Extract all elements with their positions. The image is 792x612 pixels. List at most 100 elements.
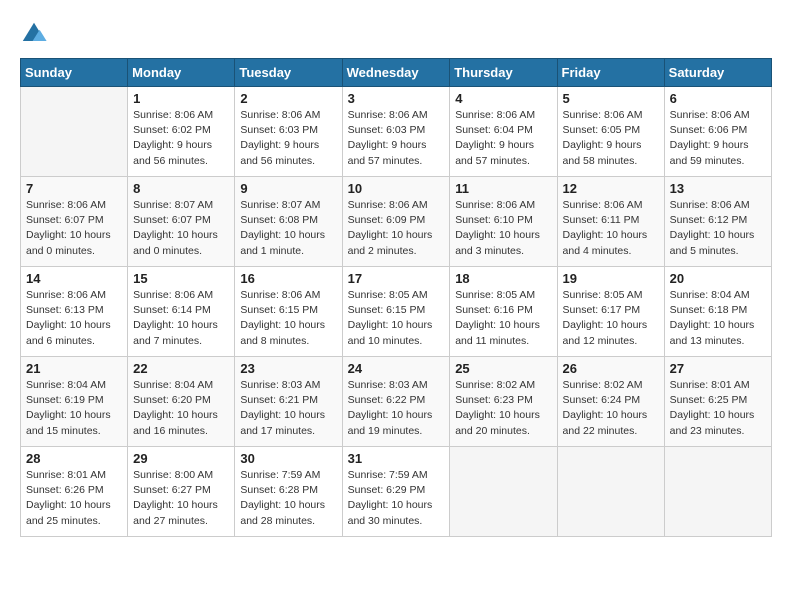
calendar-cell (21, 87, 128, 177)
calendar-cell: 24 Sunrise: 8:03 AMSunset: 6:22 PMDayligh… (342, 357, 450, 447)
day-info: Sunrise: 8:04 AMSunset: 6:20 PMDaylight:… (133, 378, 229, 439)
logo (20, 20, 52, 48)
calendar-cell: 7Sunrise: 8:06 AMSunset: 6:07 PMDaylight… (21, 177, 128, 267)
day-info: Sunrise: 8:06 AMSunset: 6:05 PMDaylight:… (563, 108, 659, 169)
calendar-cell: 12Sunrise: 8:06 AMSunset: 6:11 PMDayligh… (557, 177, 664, 267)
day-number: 26 (563, 361, 659, 376)
calendar-cell: 19 Sunrise: 8:05 AMSunset: 6:17 PMDayligh… (557, 267, 664, 357)
calendar-cell: 30 Sunrise: 7:59 AMSunset: 6:28 PMDayligh… (235, 447, 342, 537)
day-info: Sunrise: 7:59 AMSunset: 6:28 PMDaylight:… (240, 468, 336, 529)
weekday-header-sunday: Sunday (21, 59, 128, 87)
calendar-cell: 25 Sunrise: 8:02 AMSunset: 6:23 PMDayligh… (450, 357, 557, 447)
day-info: Sunrise: 8:03 AMSunset: 6:21 PMDaylight:… (240, 378, 336, 439)
day-info: Sunrise: 8:07 AMSunset: 6:08 PMDaylight:… (240, 198, 336, 259)
day-info: Sunrise: 8:04 AMSunset: 6:19 PMDaylight:… (26, 378, 122, 439)
page-header (20, 20, 772, 48)
day-number: 28 (26, 451, 122, 466)
calendar-cell: 10 Sunrise: 8:06 AMSunset: 6:09 PMDayligh… (342, 177, 450, 267)
day-number: 3 (348, 91, 445, 106)
calendar-cell: 27 Sunrise: 8:01 AMSunset: 6:25 PMDayligh… (664, 357, 771, 447)
day-number: 27 (670, 361, 766, 376)
calendar-cell: 28 Sunrise: 8:01 AMSunset: 6:26 PMDayligh… (21, 447, 128, 537)
day-info: Sunrise: 8:06 AMSunset: 6:07 PMDaylight:… (26, 198, 122, 259)
day-number: 21 (26, 361, 122, 376)
day-info: Sunrise: 8:06 AMSunset: 6:09 PMDaylight:… (348, 198, 445, 259)
day-number: 20 (670, 271, 766, 286)
calendar-cell: 18 Sunrise: 8:05 AMSunset: 6:16 PMDayligh… (450, 267, 557, 357)
day-info: Sunrise: 8:06 AMSunset: 6:15 PMDaylight:… (240, 288, 336, 349)
calendar-table: SundayMondayTuesdayWednesdayThursdayFrid… (20, 58, 772, 537)
day-info: Sunrise: 8:05 AMSunset: 6:17 PMDaylight:… (563, 288, 659, 349)
day-number: 14 (26, 271, 122, 286)
day-info: Sunrise: 8:01 AMSunset: 6:26 PMDaylight:… (26, 468, 122, 529)
day-number: 18 (455, 271, 551, 286)
calendar-cell: 6Sunrise: 8:06 AMSunset: 6:06 PMDaylight… (664, 87, 771, 177)
calendar-week-4: 21 Sunrise: 8:04 AMSunset: 6:19 PMDayligh… (21, 357, 772, 447)
calendar-cell: 2 Sunrise: 8:06 AMSunset: 6:03 PMDaylight… (235, 87, 342, 177)
day-info: Sunrise: 8:06 AMSunset: 6:13 PMDaylight:… (26, 288, 122, 349)
day-info: Sunrise: 8:06 AMSunset: 6:14 PMDaylight:… (133, 288, 229, 349)
calendar-cell: 1 Sunrise: 8:06 AMSunset: 6:02 PMDaylight… (128, 87, 235, 177)
calendar-cell: 22 Sunrise: 8:04 AMSunset: 6:20 PMDayligh… (128, 357, 235, 447)
day-number: 10 (348, 181, 445, 196)
weekday-header-saturday: Saturday (664, 59, 771, 87)
day-number: 30 (240, 451, 336, 466)
calendar-week-2: 7Sunrise: 8:06 AMSunset: 6:07 PMDaylight… (21, 177, 772, 267)
day-number: 25 (455, 361, 551, 376)
calendar-cell: 31 Sunrise: 7:59 AMSunset: 6:29 PMDayligh… (342, 447, 450, 537)
calendar-cell: 29 Sunrise: 8:00 AMSunset: 6:27 PMDayligh… (128, 447, 235, 537)
day-info: Sunrise: 8:06 AMSunset: 6:04 PMDaylight:… (455, 108, 551, 169)
calendar-week-1: 1 Sunrise: 8:06 AMSunset: 6:02 PMDaylight… (21, 87, 772, 177)
calendar-cell: 3 Sunrise: 8:06 AMSunset: 6:03 PMDaylight… (342, 87, 450, 177)
day-info: Sunrise: 8:07 AMSunset: 6:07 PMDaylight:… (133, 198, 229, 259)
day-info: Sunrise: 8:06 AMSunset: 6:12 PMDaylight:… (670, 198, 766, 259)
day-info: Sunrise: 7:59 AMSunset: 6:29 PMDaylight:… (348, 468, 445, 529)
day-number: 5 (563, 91, 659, 106)
calendar-week-3: 14 Sunrise: 8:06 AMSunset: 6:13 PMDayligh… (21, 267, 772, 357)
calendar-cell: 20Sunrise: 8:04 AMSunset: 6:18 PMDayligh… (664, 267, 771, 357)
calendar-cell: 16Sunrise: 8:06 AMSunset: 6:15 PMDayligh… (235, 267, 342, 357)
calendar-cell: 11Sunrise: 8:06 AMSunset: 6:10 PMDayligh… (450, 177, 557, 267)
day-info: Sunrise: 8:02 AMSunset: 6:24 PMDaylight:… (563, 378, 659, 439)
calendar-cell (664, 447, 771, 537)
day-number: 8 (133, 181, 229, 196)
calendar-cell: 14 Sunrise: 8:06 AMSunset: 6:13 PMDayligh… (21, 267, 128, 357)
calendar-cell (557, 447, 664, 537)
logo-icon (20, 20, 48, 48)
day-info: Sunrise: 8:06 AMSunset: 6:11 PMDaylight:… (563, 198, 659, 259)
calendar-cell: 9 Sunrise: 8:07 AMSunset: 6:08 PMDaylight… (235, 177, 342, 267)
day-info: Sunrise: 8:06 AMSunset: 6:03 PMDaylight:… (240, 108, 336, 169)
calendar-week-5: 28 Sunrise: 8:01 AMSunset: 6:26 PMDayligh… (21, 447, 772, 537)
day-number: 22 (133, 361, 229, 376)
calendar-cell: 5 Sunrise: 8:06 AMSunset: 6:05 PMDaylight… (557, 87, 664, 177)
day-number: 31 (348, 451, 445, 466)
calendar-cell: 26 Sunrise: 8:02 AMSunset: 6:24 PMDayligh… (557, 357, 664, 447)
weekday-header-tuesday: Tuesday (235, 59, 342, 87)
calendar-cell: 23 Sunrise: 8:03 AMSunset: 6:21 PMDayligh… (235, 357, 342, 447)
weekday-header-row: SundayMondayTuesdayWednesdayThursdayFrid… (21, 59, 772, 87)
day-info: Sunrise: 8:01 AMSunset: 6:25 PMDaylight:… (670, 378, 766, 439)
day-number: 19 (563, 271, 659, 286)
day-number: 29 (133, 451, 229, 466)
weekday-header-thursday: Thursday (450, 59, 557, 87)
day-info: Sunrise: 8:06 AMSunset: 6:06 PMDaylight:… (670, 108, 766, 169)
day-number: 9 (240, 181, 336, 196)
day-info: Sunrise: 8:06 AMSunset: 6:03 PMDaylight:… (348, 108, 445, 169)
day-number: 2 (240, 91, 336, 106)
day-info: Sunrise: 8:02 AMSunset: 6:23 PMDaylight:… (455, 378, 551, 439)
day-number: 1 (133, 91, 229, 106)
weekday-header-wednesday: Wednesday (342, 59, 450, 87)
day-number: 13 (670, 181, 766, 196)
calendar-cell: 4 Sunrise: 8:06 AMSunset: 6:04 PMDaylight… (450, 87, 557, 177)
day-info: Sunrise: 8:06 AMSunset: 6:02 PMDaylight:… (133, 108, 229, 169)
day-number: 24 (348, 361, 445, 376)
calendar-cell: 15Sunrise: 8:06 AMSunset: 6:14 PMDayligh… (128, 267, 235, 357)
day-number: 23 (240, 361, 336, 376)
day-info: Sunrise: 8:05 AMSunset: 6:16 PMDaylight:… (455, 288, 551, 349)
day-number: 4 (455, 91, 551, 106)
day-info: Sunrise: 8:00 AMSunset: 6:27 PMDaylight:… (133, 468, 229, 529)
calendar-cell (450, 447, 557, 537)
calendar-header: SundayMondayTuesdayWednesdayThursdayFrid… (21, 59, 772, 87)
calendar-body: 1 Sunrise: 8:06 AMSunset: 6:02 PMDaylight… (21, 87, 772, 537)
day-info: Sunrise: 8:03 AMSunset: 6:22 PMDaylight:… (348, 378, 445, 439)
